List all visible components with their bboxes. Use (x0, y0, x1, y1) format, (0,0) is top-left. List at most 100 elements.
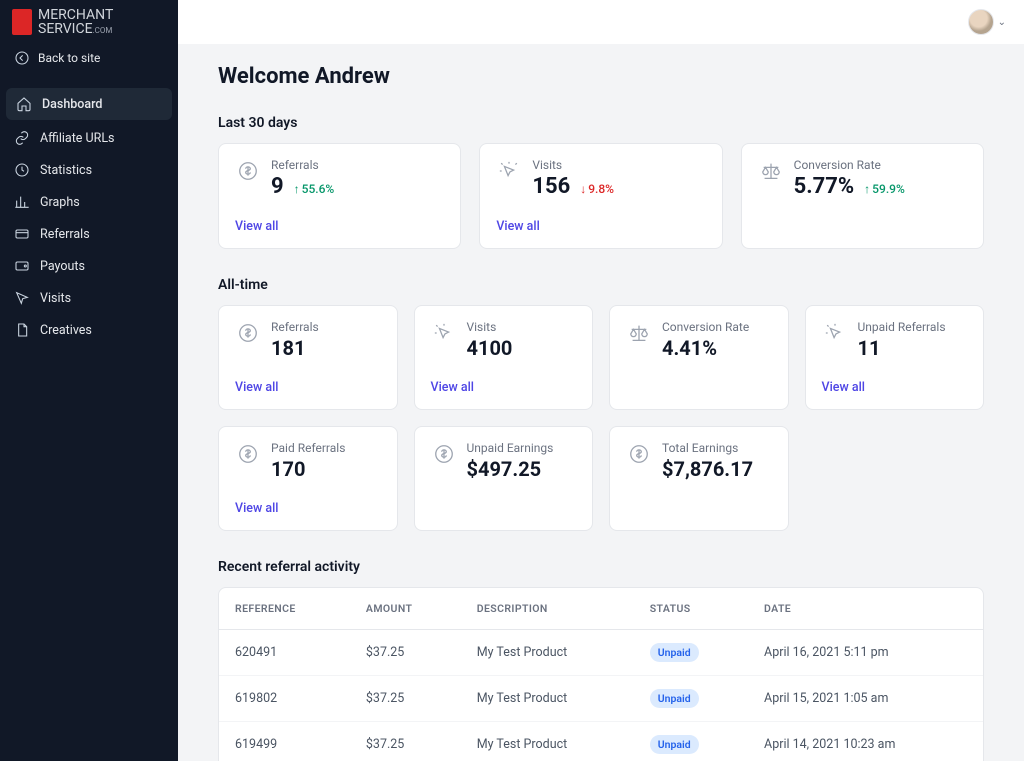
status-badge: Unpaid (650, 735, 699, 754)
clock-icon (14, 162, 30, 178)
cell-amount: $37.25 (350, 676, 461, 722)
dollar-circle-icon (235, 158, 261, 184)
card-alltime-unpaid-referrals: Unpaid Referrals 11 View all (805, 305, 985, 410)
view-all-link[interactable]: View all (235, 501, 381, 516)
card-label: Visits (532, 158, 705, 172)
view-all-link[interactable]: View all (431, 380, 577, 395)
col-description: DESCRIPTION (461, 588, 634, 630)
card-icon (14, 226, 30, 242)
card-label: Referrals (271, 320, 381, 334)
bar-chart-icon (14, 194, 30, 210)
sidebar-item-affiliate-urls[interactable]: Affiliate URLs (0, 122, 178, 154)
home-icon (16, 96, 32, 112)
card-alltime-unpaid-earnings: Unpaid Earnings $497.25 (414, 426, 594, 531)
nav-label: Referrals (40, 227, 90, 242)
sidebar: MERCHANT SERVICE.COM Back to site Dashbo… (0, 0, 178, 761)
nav-label: Creatives (40, 323, 92, 338)
dollar-circle-icon (235, 441, 261, 467)
card-label: Unpaid Referrals (858, 320, 968, 334)
alltime-cards-row1: Referrals 181 View all Visits 4100 (218, 305, 984, 410)
arrow-down-icon: ↓ (580, 182, 586, 196)
section-last-30-title: Last 30 days (218, 115, 984, 131)
sidebar-item-visits[interactable]: Visits (0, 282, 178, 314)
card-value: $7,876.17 (662, 457, 772, 481)
cursor-click-icon (822, 320, 848, 346)
logo-line2: SERVICE.COM (38, 22, 113, 36)
card-value: 11 (858, 336, 968, 360)
card-value: $497.25 (467, 457, 577, 481)
dollar-circle-icon (431, 441, 457, 467)
user-menu[interactable]: ⌄ (968, 9, 1006, 35)
cursor-click-icon (496, 158, 522, 184)
table-row[interactable]: 619499$37.25My Test ProductUnpaidApril 1… (219, 722, 983, 761)
card-alltime-visits: Visits 4100 View all (414, 305, 594, 410)
nav-label: Graphs (40, 195, 80, 210)
card-label: Paid Referrals (271, 441, 381, 455)
sidebar-item-dashboard[interactable]: Dashboard (6, 88, 172, 120)
card-value: 170 (271, 457, 381, 481)
card-alltime-total-earnings: Total Earnings $7,876.17 (609, 426, 789, 531)
view-all-link[interactable]: View all (235, 219, 444, 234)
card-value: 9 (271, 174, 284, 199)
card-last30-visits: Visits 156 ↓9.8% View all (479, 143, 722, 249)
dollar-circle-icon (235, 320, 261, 346)
card-last30-conversion: Conversion Rate 5.77% ↑59.9% (741, 143, 984, 249)
delta-up: ↑59.9% (864, 182, 905, 196)
cell-amount: $37.25 (350, 722, 461, 761)
cell-date: April 16, 2021 5:11 pm (748, 630, 983, 676)
col-date: DATE (748, 588, 983, 630)
card-label: Total Earnings (662, 441, 772, 455)
sidebar-item-creatives[interactable]: Creatives (0, 314, 178, 346)
card-alltime-conversion: Conversion Rate 4.41% (609, 305, 789, 410)
cell-reference: 619802 (219, 676, 350, 722)
card-label: Visits (467, 320, 577, 334)
alltime-cards-row2: Paid Referrals 170 View all Unpaid Earni… (218, 426, 984, 531)
card-label: Conversion Rate (662, 320, 772, 334)
card-label: Unpaid Earnings (467, 441, 577, 455)
card-alltime-paid-referrals: Paid Referrals 170 View all (218, 426, 398, 531)
card-value: 181 (271, 336, 381, 360)
recent-activity-table: REFERENCE AMOUNT DESCRIPTION STATUS DATE… (218, 587, 984, 761)
back-to-site-label: Back to site (38, 51, 100, 65)
table-row[interactable]: 620491$37.25My Test ProductUnpaidApril 1… (219, 630, 983, 676)
avatar (968, 9, 994, 35)
sidebar-item-payouts[interactable]: Payouts (0, 250, 178, 282)
back-to-site-link[interactable]: Back to site (0, 40, 178, 76)
link-icon (14, 130, 30, 146)
card-label: Referrals (271, 158, 444, 172)
card-value: 4100 (467, 336, 577, 360)
view-all-link[interactable]: View all (496, 219, 705, 234)
sidebar-item-graphs[interactable]: Graphs (0, 186, 178, 218)
arrow-left-circle-icon (14, 50, 30, 66)
cell-amount: $37.25 (350, 630, 461, 676)
card-value: 4.41% (662, 336, 772, 360)
card-value: 5.77% (794, 174, 855, 199)
cursor-click-icon (431, 320, 457, 346)
cell-status: Unpaid (634, 630, 748, 676)
cell-status: Unpaid (634, 722, 748, 761)
nav-label: Payouts (40, 259, 85, 274)
section-recent-title: Recent referral activity (218, 559, 984, 575)
sidebar-item-referrals[interactable]: Referrals (0, 218, 178, 250)
scale-icon (626, 320, 652, 346)
col-amount: AMOUNT (350, 588, 461, 630)
chevron-down-icon: ⌄ (998, 17, 1006, 28)
card-value: 156 (532, 174, 570, 199)
col-reference: REFERENCE (219, 588, 350, 630)
sidebar-item-statistics[interactable]: Statistics (0, 154, 178, 186)
page-title: Welcome Andrew (218, 64, 984, 89)
table-row[interactable]: 619802$37.25My Test ProductUnpaidApril 1… (219, 676, 983, 722)
brand-logo[interactable]: MERCHANT SERVICE.COM (0, 0, 178, 40)
main: ⌄ Welcome Andrew Last 30 days Referrals … (178, 0, 1024, 761)
status-badge: Unpaid (650, 643, 699, 662)
view-all-link[interactable]: View all (822, 380, 968, 395)
card-label: Conversion Rate (794, 158, 967, 172)
nav-label: Affiliate URLs (40, 131, 115, 146)
cell-description: My Test Product (461, 722, 634, 761)
nav-label: Dashboard (42, 97, 102, 112)
col-status: STATUS (634, 588, 748, 630)
topbar: ⌄ (178, 0, 1024, 44)
cell-reference: 619499 (219, 722, 350, 761)
cell-description: My Test Product (461, 630, 634, 676)
view-all-link[interactable]: View all (235, 380, 381, 395)
